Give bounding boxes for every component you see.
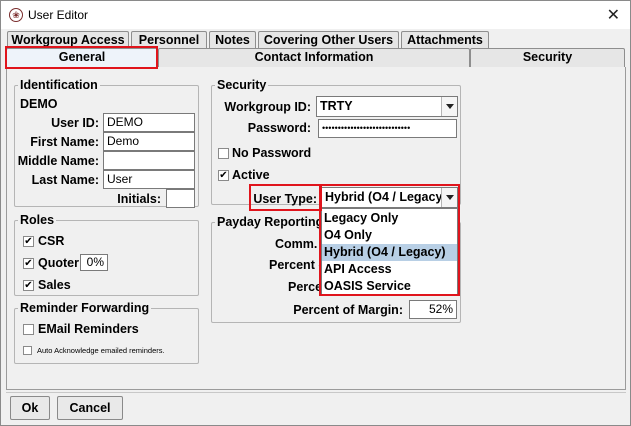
- workgroup-id-combo[interactable]: TRTY: [316, 96, 458, 117]
- tab-notes[interactable]: Notes: [209, 31, 256, 49]
- sales-label: Sales: [38, 278, 71, 292]
- password-label: Password:: [247, 121, 311, 135]
- tab-contact-information[interactable]: Contact Information: [158, 48, 470, 67]
- workgroup-id-value: TRTY: [320, 99, 353, 113]
- tab-security[interactable]: Security: [470, 48, 625, 67]
- identification-title: Identification: [18, 78, 100, 92]
- no-password-label: No Password: [232, 146, 312, 160]
- security-title: Security: [215, 78, 269, 92]
- middle-name-field[interactable]: [103, 151, 195, 170]
- active-label: Active: [232, 168, 270, 182]
- reminder-forwarding-group: [14, 308, 199, 364]
- cancel-button[interactable]: Cancel: [57, 396, 123, 420]
- user-id-label: User ID:: [51, 116, 99, 130]
- general-tab-highlight: [5, 46, 158, 69]
- no-password-checkbox[interactable]: [218, 148, 229, 159]
- chevron-down-icon[interactable]: [441, 97, 457, 116]
- last-name-field[interactable]: User: [103, 170, 195, 189]
- quoter-label: Quoter: [38, 256, 79, 270]
- margin-field[interactable]: 52%: [409, 300, 457, 319]
- auto-acknowledge-checkbox[interactable]: [23, 346, 32, 355]
- roles-title: Roles: [18, 213, 57, 227]
- user-display-name: DEMO: [20, 97, 58, 111]
- quoter-percent-field[interactable]: 0%: [80, 254, 108, 271]
- first-name-field[interactable]: Demo: [103, 132, 195, 151]
- auto-acknowledge-label: Auto Acknowledge emailed reminders.: [37, 346, 165, 355]
- initials-label: Initials:: [117, 192, 161, 206]
- tab-attachments[interactable]: Attachments: [401, 31, 489, 49]
- active-checkbox[interactable]: ✔: [218, 170, 229, 181]
- initials-field[interactable]: [166, 189, 195, 208]
- window-title: User Editor: [28, 8, 89, 22]
- payday-reporting-title: Payday Reporting: [215, 215, 326, 229]
- percent-label: Perce: [288, 280, 323, 294]
- user-type-dropdown-highlight: [319, 184, 460, 296]
- password-field[interactable]: ••••••••••••••••••••••••••••: [318, 119, 457, 138]
- email-reminders-checkbox[interactable]: [23, 324, 34, 335]
- last-name-label: Last Name:: [31, 173, 99, 187]
- csr-checkbox[interactable]: ✔: [23, 236, 34, 247]
- middle-name-label: Middle Name:: [17, 154, 99, 168]
- footer-divider: [6, 392, 626, 393]
- csr-label: CSR: [38, 234, 65, 248]
- title-bar: ❀ User Editor ✕: [1, 1, 630, 29]
- email-reminders-label: EMail Reminders: [38, 322, 139, 336]
- close-icon[interactable]: ✕: [607, 5, 620, 25]
- sales-checkbox[interactable]: ✔: [23, 280, 34, 291]
- workgroup-id-label: Workgroup ID:: [224, 100, 311, 114]
- ok-button[interactable]: Ok: [10, 396, 50, 420]
- user-id-field[interactable]: DEMO: [103, 113, 195, 132]
- tab-covering-other-users[interactable]: Covering Other Users: [258, 31, 399, 49]
- percent-of-label: Percent o: [269, 258, 326, 272]
- user-editor-window: ❀ User Editor ✕ Workgroup Access Personn…: [0, 0, 631, 426]
- reminder-forwarding-title: Reminder Forwarding: [18, 301, 152, 315]
- first-name-label: First Name:: [30, 135, 99, 149]
- quoter-checkbox[interactable]: ✔: [23, 258, 34, 269]
- margin-label: Percent of Margin:: [293, 303, 403, 317]
- app-logo-icon: ❀: [9, 8, 23, 22]
- user-type-label-highlight: [249, 184, 322, 211]
